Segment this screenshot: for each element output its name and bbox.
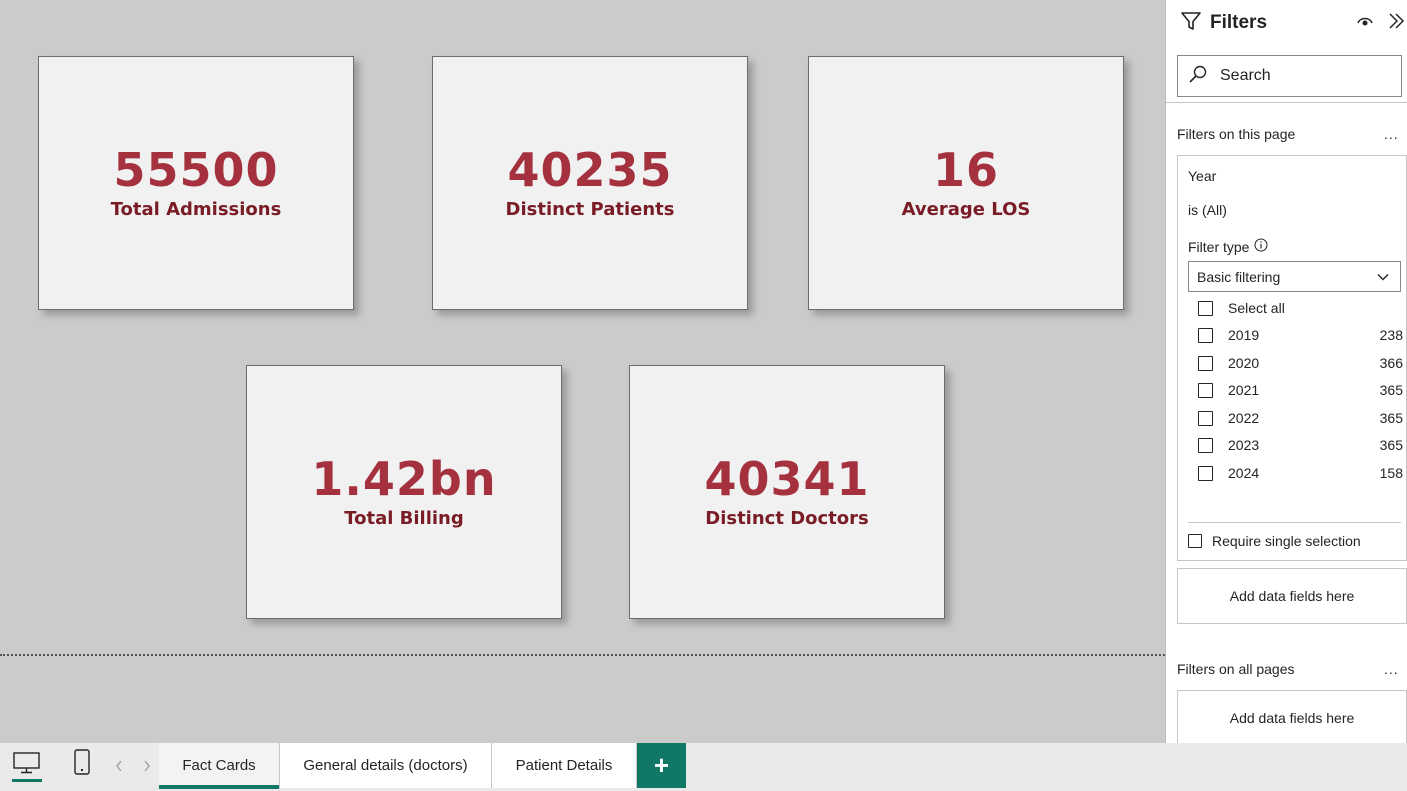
filters-pane: Filters Filters on this page ... Year is… bbox=[1165, 0, 1407, 743]
checkbox[interactable] bbox=[1198, 327, 1213, 343]
option-count: 158 bbox=[1379, 465, 1403, 481]
more-options-button[interactable]: ... bbox=[1384, 661, 1399, 677]
divider bbox=[1188, 522, 1401, 523]
filter-search-box[interactable] bbox=[1177, 55, 1402, 97]
info-icon[interactable] bbox=[1254, 238, 1268, 255]
checkbox[interactable] bbox=[1198, 410, 1213, 426]
page-boundary-line bbox=[0, 654, 1165, 656]
card-total-admissions[interactable]: 55500 Total Admissions bbox=[38, 56, 354, 310]
select-all-option[interactable]: Select all bbox=[1198, 297, 1398, 319]
year-option[interactable]: 2020 366 bbox=[1198, 352, 1403, 374]
checkbox[interactable] bbox=[1198, 300, 1213, 316]
option-count: 366 bbox=[1379, 355, 1403, 371]
card-total-billing[interactable]: 1.42bn Total Billing bbox=[246, 365, 562, 619]
card-value: 1.42bn bbox=[311, 451, 497, 506]
year-option[interactable]: 2021 365 bbox=[1198, 379, 1403, 401]
option-count: 365 bbox=[1379, 410, 1403, 426]
checkbox[interactable] bbox=[1198, 465, 1213, 481]
report-canvas: 55500 Total Admissions 40235 Distinct Pa… bbox=[0, 0, 1165, 743]
checkbox[interactable] bbox=[1198, 355, 1213, 371]
card-value: 16 bbox=[932, 142, 999, 197]
tab-patient-details[interactable]: Patient Details bbox=[492, 743, 637, 788]
search-input[interactable] bbox=[1220, 67, 1390, 85]
require-single-label: Require single selection bbox=[1212, 533, 1361, 549]
mobile-layout-icon[interactable] bbox=[74, 749, 90, 780]
filters-header: Filters bbox=[1180, 10, 1405, 37]
checkbox[interactable] bbox=[1188, 534, 1202, 548]
filter-state: is (All) bbox=[1188, 202, 1227, 218]
page-tab-bar: Fact Cards General details (doctors) Pat… bbox=[0, 743, 1407, 791]
chevron-left-icon[interactable] bbox=[115, 759, 123, 777]
filter-field-name: Year bbox=[1188, 168, 1217, 184]
option-label: 2023 bbox=[1228, 437, 1260, 453]
checkbox[interactable] bbox=[1198, 382, 1213, 398]
card-value: 55500 bbox=[113, 142, 279, 197]
card-label: Average LOS bbox=[901, 198, 1031, 220]
option-label: 2020 bbox=[1228, 355, 1260, 371]
chevron-right-icon[interactable] bbox=[143, 759, 151, 777]
option-label: 2022 bbox=[1228, 410, 1260, 426]
chevron-down-icon bbox=[1376, 270, 1390, 287]
search-icon bbox=[1188, 64, 1208, 89]
option-count: 365 bbox=[1379, 437, 1403, 453]
year-filter-card[interactable]: Year is (All) Filter type Basic filterin… bbox=[1177, 155, 1407, 561]
filter-type-text: Filter type bbox=[1188, 238, 1250, 255]
add-page-button[interactable]: + bbox=[637, 743, 686, 788]
filters-on-page-title: Filters on this page bbox=[1177, 126, 1296, 142]
card-value: 40235 bbox=[507, 142, 673, 197]
option-count: 365 bbox=[1379, 382, 1403, 398]
eye-icon[interactable] bbox=[1356, 12, 1374, 35]
option-label: Select all bbox=[1228, 300, 1285, 316]
require-single-selection[interactable]: Require single selection bbox=[1188, 533, 1361, 549]
card-label: Total Billing bbox=[344, 507, 464, 529]
card-label: Distinct Doctors bbox=[705, 507, 869, 529]
year-option[interactable]: 2023 365 bbox=[1198, 434, 1403, 456]
filter-type-label: Filter type bbox=[1188, 238, 1268, 255]
tab-fact-cards[interactable]: Fact Cards bbox=[159, 743, 280, 789]
year-option[interactable]: 2019 238 bbox=[1198, 324, 1403, 346]
filter-funnel-icon bbox=[1180, 10, 1202, 37]
year-option[interactable]: 2024 158 bbox=[1198, 462, 1403, 484]
filters-title: Filters bbox=[1210, 12, 1268, 33]
divider bbox=[1166, 102, 1407, 103]
filter-type-value: Basic filtering bbox=[1197, 268, 1281, 285]
option-label: 2019 bbox=[1228, 327, 1260, 343]
checkbox[interactable] bbox=[1198, 437, 1213, 453]
option-count: 238 bbox=[1379, 327, 1403, 343]
filter-type-dropdown[interactable]: Basic filtering bbox=[1188, 261, 1401, 292]
add-data-fields-all[interactable]: Add data fields here bbox=[1177, 690, 1407, 743]
year-option[interactable]: 2022 365 bbox=[1198, 407, 1403, 429]
filters-all-pages-title: Filters on all pages bbox=[1177, 661, 1295, 677]
card-distinct-doctors[interactable]: 40341 Distinct Doctors bbox=[629, 365, 945, 619]
card-label: Total Admissions bbox=[110, 198, 282, 220]
option-label: 2024 bbox=[1228, 465, 1260, 481]
card-distinct-patients[interactable]: 40235 Distinct Patients bbox=[432, 56, 748, 310]
card-label: Distinct Patients bbox=[505, 198, 675, 220]
add-data-fields-page[interactable]: Add data fields here bbox=[1177, 568, 1407, 624]
desktop-layout-icon[interactable] bbox=[13, 752, 40, 779]
active-layout-indicator bbox=[12, 779, 42, 782]
more-options-button[interactable]: ... bbox=[1384, 126, 1399, 142]
option-label: 2021 bbox=[1228, 382, 1260, 398]
card-average-los[interactable]: 16 Average LOS bbox=[808, 56, 1124, 310]
tab-general-details-doctors[interactable]: General details (doctors) bbox=[280, 743, 492, 788]
card-value: 40341 bbox=[704, 451, 870, 506]
collapse-pane-icon[interactable] bbox=[1386, 11, 1406, 36]
